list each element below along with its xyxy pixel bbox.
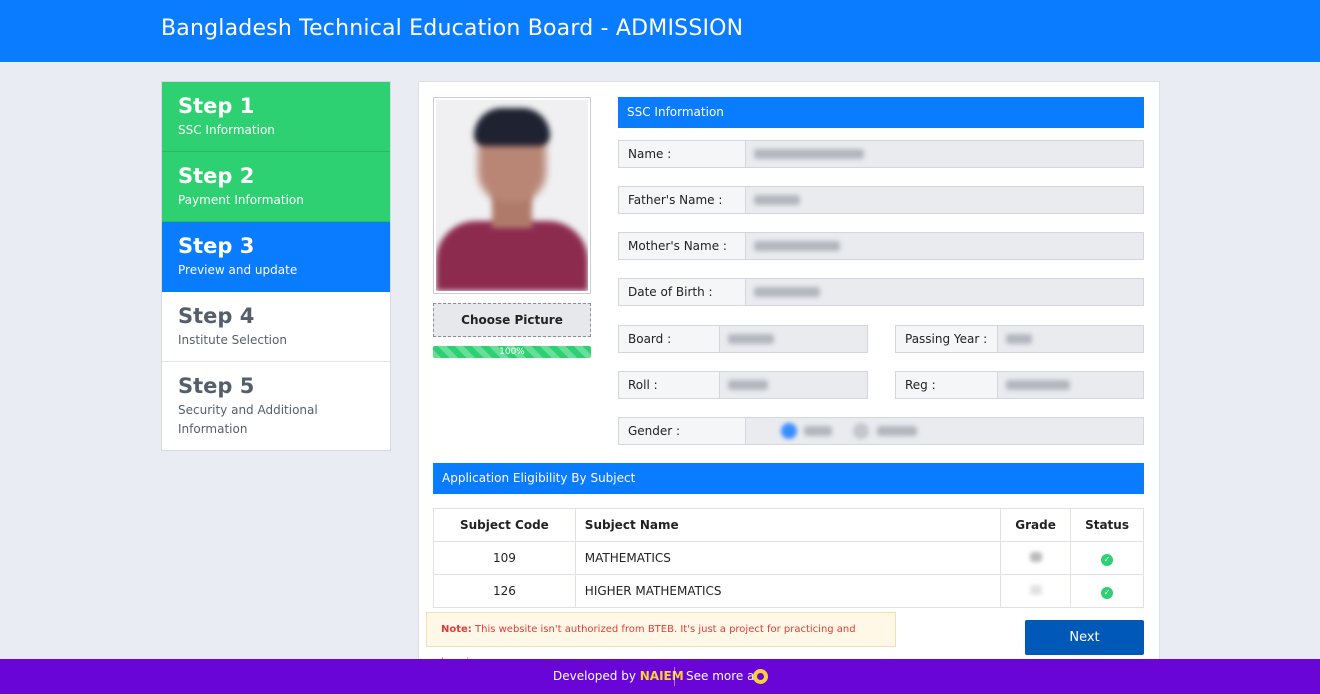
mother-name-label: Mother's Name :: [619, 233, 745, 259]
date-of-birth-label: Date of Birth :: [619, 279, 745, 305]
upload-progress-bar: 100%: [433, 346, 591, 358]
page-title: Bangladesh Technical Education Board - A…: [161, 16, 744, 41]
step-label: Preview and update: [178, 263, 298, 277]
github-icon[interactable]: [753, 669, 768, 684]
grade-cell: [1000, 541, 1072, 575]
eligibility-section-heading: Application Eligibility By Subject: [433, 463, 1144, 494]
top-header: Bangladesh Technical Education Board - A…: [0, 0, 1320, 62]
reg-field[interactable]: Reg :: [895, 371, 1144, 399]
passing-year-value[interactable]: [997, 326, 1143, 352]
mother-name-value[interactable]: [745, 233, 1143, 259]
column-status: Status: [1070, 508, 1144, 542]
date-of-birth-value[interactable]: [745, 279, 1143, 305]
gender-radio[interactable]: [853, 423, 869, 439]
name-field[interactable]: Name :: [618, 140, 1144, 168]
column-subject-code: Subject Code: [433, 508, 576, 542]
roll-value[interactable]: [719, 372, 867, 398]
table-row: 126 HIGHER MATHEMATICS ✓: [433, 574, 1144, 608]
name-label: Name :: [619, 141, 745, 167]
step-number: Step 1: [178, 94, 255, 118]
step-3[interactable]: Step 3 Preview and update: [162, 222, 390, 292]
eligibility-table: Subject Code Subject Name Grade Status 1…: [433, 508, 1144, 608]
table-row: 109 MATHEMATICS ✓: [433, 541, 1144, 575]
column-subject-name: Subject Name: [574, 508, 1002, 542]
roll-field[interactable]: Roll :: [618, 371, 868, 399]
subject-name-cell: MATHEMATICS: [574, 541, 1002, 575]
passing-year-label: Passing Year :: [896, 326, 997, 352]
note-prefix: Note:: [441, 624, 472, 635]
step-number: Step 3: [178, 234, 255, 258]
board-field[interactable]: Board :: [618, 325, 868, 353]
footer-divider: [674, 667, 675, 686]
form-card: Choose Picture 100% SSC Information Name…: [418, 81, 1160, 668]
disclaimer-note: Note: This website isn't authorized from…: [426, 612, 896, 668]
developed-by-text: Developed by: [553, 669, 636, 683]
step-4[interactable]: Step 4 Institute Selection: [162, 292, 390, 362]
mother-name-field[interactable]: Mother's Name :: [618, 232, 1144, 260]
step-label: Payment Information: [178, 193, 304, 207]
gender-options[interactable]: [745, 418, 1143, 444]
subject-code-cell: 126: [433, 574, 576, 608]
step-5[interactable]: Step 5 Security and Additional Informati…: [162, 362, 390, 450]
step-label: SSC Information: [178, 123, 275, 137]
board-value[interactable]: [719, 326, 867, 352]
grade-cell: [1000, 574, 1072, 608]
gender-field[interactable]: Gender :: [618, 417, 1144, 445]
name-value[interactable]: [745, 141, 1143, 167]
father-name-value[interactable]: [745, 187, 1143, 213]
date-of-birth-field[interactable]: Date of Birth :: [618, 278, 1144, 306]
developer-credit: Developed by NAIEM: [553, 659, 684, 694]
reg-label: Reg :: [896, 372, 997, 398]
status-cell: ✓: [1070, 541, 1144, 575]
status-cell: ✓: [1070, 574, 1144, 608]
step-number: Step 4: [178, 304, 255, 328]
step-number: Step 5: [178, 374, 255, 398]
upload-progress-fill: 100%: [433, 346, 591, 358]
father-name-label: Father's Name :: [619, 187, 745, 213]
roll-label: Roll :: [619, 372, 719, 398]
board-label: Board :: [619, 326, 719, 352]
step-number: Step 2: [178, 164, 255, 188]
check-circle-icon: ✓: [1101, 586, 1114, 599]
father-name-field[interactable]: Father's Name :: [618, 186, 1144, 214]
gender-radio-selected[interactable]: [781, 423, 797, 439]
step-2[interactable]: Step 2 Payment Information: [162, 152, 390, 222]
reg-value[interactable]: [997, 372, 1143, 398]
author-link[interactable]: NAIEM: [640, 669, 684, 683]
column-grade: Grade: [1000, 508, 1072, 542]
applicant-photo: [436, 100, 588, 291]
subject-code-cell: 109: [433, 541, 576, 575]
footer-bar: Developed by NAIEM See more at: [0, 659, 1320, 694]
table-header-row: Subject Code Subject Name Grade Status: [433, 508, 1144, 542]
see-more-text: See more at: [686, 669, 760, 683]
passing-year-field[interactable]: Passing Year :: [895, 325, 1144, 353]
next-button[interactable]: Next: [1025, 620, 1144, 655]
step-label: Institute Selection: [178, 333, 287, 347]
ssc-section-heading: SSC Information: [618, 97, 1144, 128]
check-circle-icon: ✓: [1101, 553, 1114, 566]
step-label: Security and Additional Information: [178, 403, 318, 436]
step-1[interactable]: Step 1 SSC Information: [162, 82, 390, 152]
gender-label: Gender :: [619, 418, 745, 444]
photo-frame: [433, 97, 591, 294]
choose-picture-button[interactable]: Choose Picture: [433, 303, 591, 337]
subject-name-cell: HIGHER MATHEMATICS: [574, 574, 1002, 608]
step-sidebar: Step 1 SSC Information Step 2 Payment In…: [161, 81, 391, 451]
